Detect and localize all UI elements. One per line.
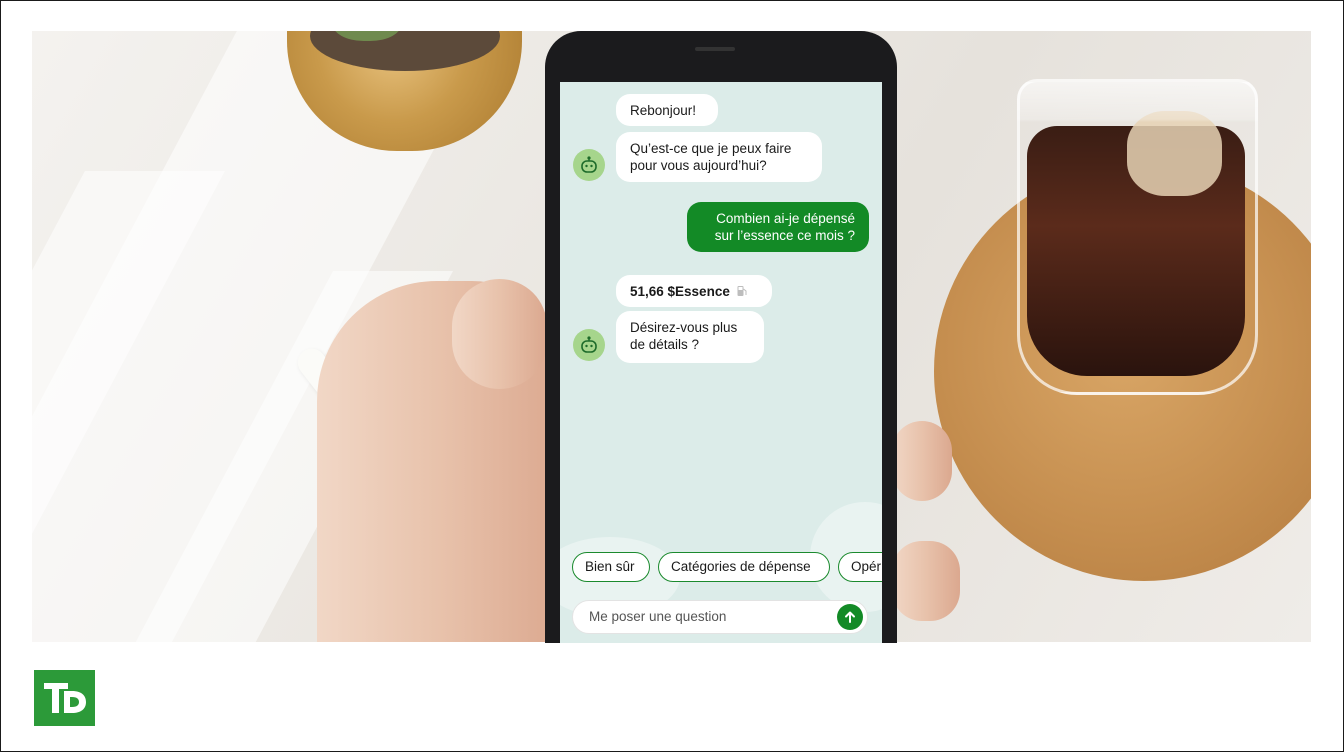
phone-speaker — [695, 47, 735, 51]
amount-text: 51,66 $Essence — [630, 284, 730, 299]
message-text: Rebonjour! — [630, 103, 697, 118]
td-logo-mark — [43, 683, 86, 713]
quick-reply-chip[interactable]: Bien sûr — [572, 552, 650, 582]
td-logo — [34, 670, 95, 726]
bot-avatar — [573, 329, 605, 361]
amount-message: 51,66 $Essence — [616, 275, 772, 307]
send-button[interactable] — [837, 604, 863, 630]
robot-icon — [581, 336, 597, 353]
quick-reply-chip[interactable]: Opér — [838, 552, 882, 582]
finger — [892, 541, 960, 621]
message-text: Qu’est-ce que je peux faire pour vous au… — [630, 141, 792, 173]
bot-message: Qu’est-ce que je peux faire pour vous au… — [616, 132, 822, 182]
user-message: Combien ai-je dépensé sur l’essence ce m… — [687, 202, 869, 252]
input-placeholder: Me poser une question — [589, 609, 727, 624]
question-input[interactable]: Me poser une question — [572, 600, 868, 634]
bot-avatar — [573, 149, 605, 181]
bot-message: Désirez-vous plus de détails ? — [616, 311, 764, 363]
message-text: Combien ai-je dépensé sur l’essence ce m… — [714, 211, 855, 243]
robot-icon — [581, 156, 597, 173]
quick-reply-chip[interactable]: Catégories de dépense — [658, 552, 830, 582]
chat-screen: Rebonjour! Qu’est-ce que je peux faire p… — [560, 82, 882, 643]
bot-message: Rebonjour! — [616, 94, 718, 126]
finger — [892, 421, 952, 501]
fuel-pump-icon — [737, 286, 747, 296]
glass — [1017, 79, 1258, 395]
thumb — [452, 279, 547, 389]
arrow-up-icon — [845, 611, 855, 623]
message-text: Désirez-vous plus de détails ? — [630, 320, 738, 352]
